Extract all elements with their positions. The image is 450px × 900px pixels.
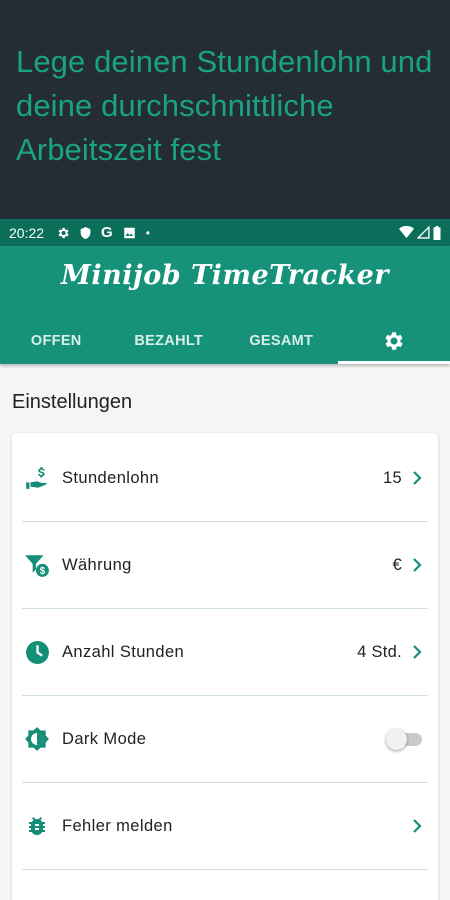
hand-coin-icon <box>24 465 50 491</box>
google-icon: G <box>101 224 113 241</box>
setting-row-anzahl-stunden[interactable]: Anzahl Stunden 4 Std. <box>22 609 428 696</box>
tab-bar: OFFEN BEZAHLT GESAMT <box>0 318 450 364</box>
setting-label: Stundenlohn <box>62 468 160 487</box>
currency-filter-icon: $ <box>24 552 50 578</box>
setting-row-dark-mode[interactable]: Dark Mode <box>22 696 428 783</box>
setting-value: € <box>392 555 402 574</box>
chevron-right-icon <box>408 556 426 574</box>
shield-icon <box>80 226 91 239</box>
dot-icon: • <box>145 225 150 240</box>
chevron-right-icon <box>408 817 426 835</box>
setting-row-stundenlohn[interactable]: Stundenlohn 15 <box>22 435 428 522</box>
toggle-thumb <box>386 729 407 750</box>
setting-label: Anzahl Stunden <box>62 642 185 661</box>
chevron-right-icon <box>408 643 426 661</box>
chevron-right-icon <box>408 469 426 487</box>
tab-gesamt[interactable]: GESAMT <box>225 318 338 364</box>
setting-value: 15 <box>383 468 402 487</box>
settings-card: Stundenlohn 15 $ Währung € Anzahl Stunde… <box>12 433 438 900</box>
tab-bezahlt[interactable]: BEZAHLT <box>113 318 226 364</box>
setting-value: 4 Std. <box>357 642 402 661</box>
battery-icon <box>433 225 441 240</box>
app-bar: Minijob TimeTracker OFFEN BEZAHLT GESAMT <box>0 246 450 364</box>
page-title: Einstellungen <box>12 391 133 413</box>
phone-screen: 20:22 G • Minijob TimeTracker OFFEN BEZA… <box>0 219 450 900</box>
settings-gear-small-icon <box>58 227 69 238</box>
signal-icon <box>417 226 430 239</box>
photo-icon <box>123 227 135 238</box>
tab-settings[interactable] <box>337 318 450 364</box>
setting-row-waehrung[interactable]: $ Währung € <box>22 522 428 609</box>
svg-text:$: $ <box>40 566 46 577</box>
setting-row-fehler-melden[interactable]: Fehler melden <box>22 783 428 870</box>
promo-banner: Lege deinen Stundenlohn und deine durchs… <box>0 0 450 219</box>
status-bar: 20:22 G • <box>0 219 450 246</box>
setting-label: Fehler melden <box>62 816 173 835</box>
dark-mode-toggle[interactable] <box>386 728 424 750</box>
status-time: 20:22 <box>9 224 45 241</box>
wifi-icon <box>399 226 414 239</box>
promo-text: Lege deinen Stundenlohn und deine durchs… <box>16 44 433 167</box>
clock-icon <box>24 639 50 665</box>
tab-offen[interactable]: OFFEN <box>0 318 113 364</box>
setting-label: Dark Mode <box>62 729 147 748</box>
setting-label: Währung <box>62 555 132 574</box>
gear-icon <box>385 332 403 350</box>
app-title: Minijob TimeTracker <box>60 260 390 291</box>
bug-icon <box>24 813 50 839</box>
brightness-icon <box>24 726 50 752</box>
